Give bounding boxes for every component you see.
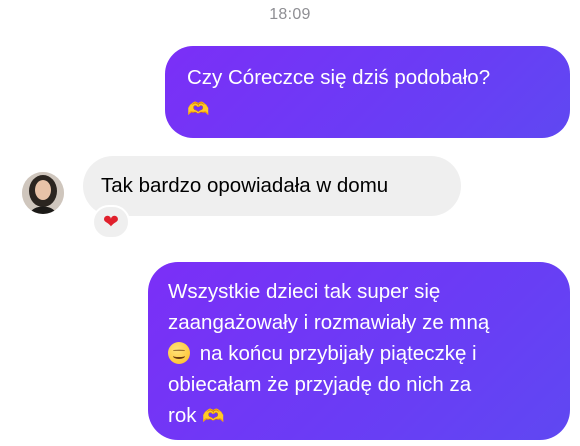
heart-hands-icon: 🫶 [202,405,224,427]
reaction-badge[interactable]: ❤ [92,205,130,239]
message-outgoing-1[interactable]: Czy Córeczce się dziś podobało? 🫶 [165,46,570,138]
smiling-face-icon [168,342,190,364]
heart-hands-icon: 🫶 [187,98,209,120]
message-line: Wszystkie dzieci tak super się [168,280,441,303]
message-text: Czy Córeczce się dziś podobało? [187,66,491,89]
message-outgoing-2[interactable]: Wszystkie dzieci tak super się zaangażow… [148,262,570,440]
message-text: Tak bardzo opowiadała w domu [101,174,389,197]
message-line: rok [168,404,197,427]
message-line: na końcu przybijały piąteczkę i [199,342,477,365]
message-line: zaangażowały i rozmawiały ze mną [168,311,490,334]
red-heart-icon: ❤ [103,210,119,233]
avatar[interactable] [22,172,64,214]
timestamp: 18:09 [269,6,311,23]
message-incoming-1[interactable]: Tak bardzo opowiadała w domu [83,156,461,216]
message-line: obiecałam że przyjadę do nich za [168,373,472,396]
